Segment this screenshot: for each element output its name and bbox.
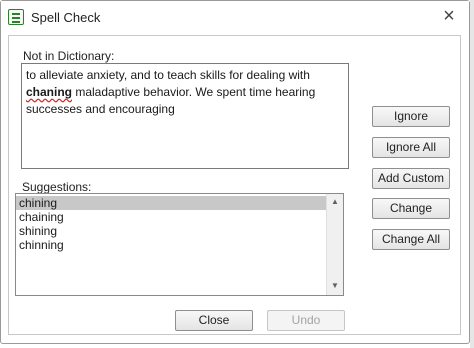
- suggestion-item[interactable]: shining: [16, 224, 326, 238]
- suggestions-label: Suggestions:: [22, 180, 92, 194]
- suggestion-item[interactable]: chining: [16, 196, 326, 210]
- ignore-all-button[interactable]: Ignore All: [372, 137, 450, 158]
- context-text-before: to alleviate anxiety, and to teach skill…: [26, 68, 310, 82]
- close-button[interactable]: Close: [175, 310, 253, 331]
- suggestions-scrollbar[interactable]: ▲ ▼: [326, 194, 343, 295]
- misspelled-word: chaning: [26, 85, 73, 99]
- ignore-button[interactable]: Ignore: [372, 106, 450, 127]
- change-all-button[interactable]: Change All: [372, 229, 450, 250]
- add-custom-button[interactable]: Add Custom: [372, 168, 450, 189]
- suggestion-item[interactable]: chinning: [16, 238, 326, 252]
- scroll-up-arrow-icon[interactable]: ▲: [327, 195, 343, 209]
- suggestions-list[interactable]: chining chaining shining chinning ▲ ▼: [15, 193, 344, 296]
- suggestion-item[interactable]: chaining: [16, 210, 326, 224]
- not-in-dictionary-label: Not in Dictionary:: [23, 49, 115, 63]
- background-window-edge: [470, 0, 474, 348]
- dialog-title: Spell Check: [31, 10, 101, 25]
- context-text-box[interactable]: to alleviate anxiety, and to teach skill…: [21, 63, 349, 169]
- change-button[interactable]: Change: [372, 198, 450, 219]
- close-icon[interactable]: ×: [437, 5, 461, 27]
- undo-button: Undo: [267, 310, 345, 331]
- scroll-down-arrow-icon[interactable]: ▼: [327, 279, 343, 293]
- spell-check-icon: [8, 9, 24, 25]
- title-bar: Spell Check ×: [1, 1, 469, 35]
